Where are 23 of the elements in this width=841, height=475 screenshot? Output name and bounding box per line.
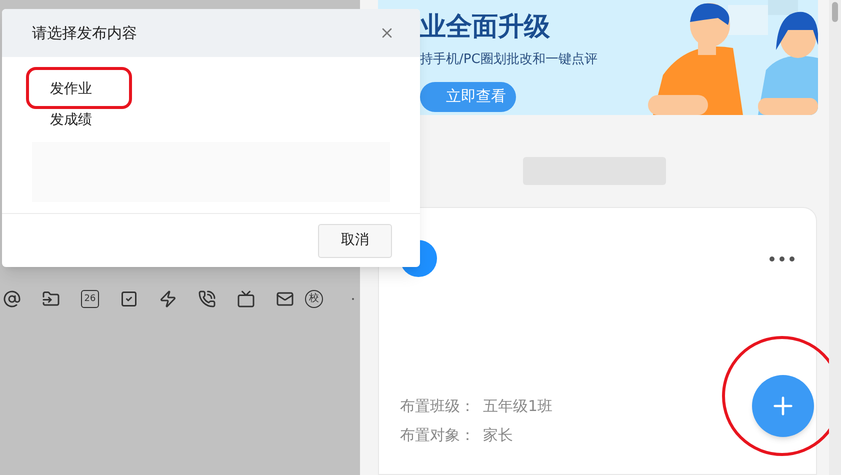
field-label: 布置对象： bbox=[400, 424, 475, 446]
at-sign-icon[interactable] bbox=[3, 290, 21, 308]
field-value: 五年级1班 bbox=[483, 396, 553, 417]
add-button[interactable] bbox=[752, 375, 814, 437]
banner-title: 业全面升级 bbox=[420, 11, 551, 44]
tv-icon[interactable] bbox=[237, 290, 255, 308]
mail-icon[interactable] bbox=[276, 290, 294, 308]
cancel-button[interactable]: 取消 bbox=[318, 224, 392, 258]
more-icon[interactable] bbox=[769, 256, 795, 262]
promo-banner[interactable]: 业全面升级 持手机/PC圈划批改和一键点评 立即查看 bbox=[378, 0, 818, 115]
option-item[interactable]: 发成绩 bbox=[50, 110, 92, 130]
lightning-icon[interactable] bbox=[159, 290, 177, 308]
phone-icon[interactable] bbox=[198, 290, 216, 308]
scrollbar-thumb[interactable] bbox=[832, 2, 838, 22]
banner-subtitle: 持手机/PC圈划批改和一键点评 bbox=[420, 51, 598, 69]
checkbox-icon[interactable] bbox=[120, 290, 138, 308]
field-value: 家长 bbox=[483, 424, 513, 446]
school-badge-icon[interactable]: 校 bbox=[305, 290, 323, 308]
dialog-title: 请选择发布内容 bbox=[32, 22, 137, 44]
calendar-icon[interactable]: 26 bbox=[81, 290, 99, 308]
folder-icon[interactable] bbox=[42, 290, 60, 308]
field-label: 布置班级： bbox=[400, 396, 475, 417]
option-item[interactable]: 发作业 bbox=[50, 78, 92, 100]
